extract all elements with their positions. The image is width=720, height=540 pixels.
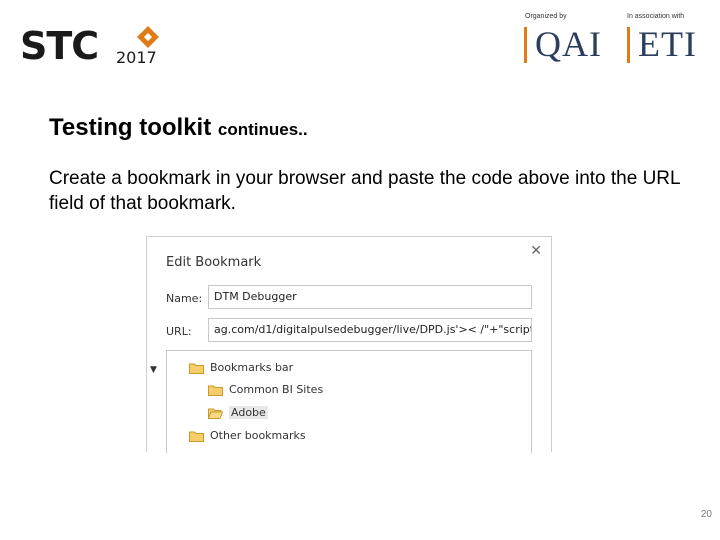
folder-icon bbox=[208, 384, 223, 396]
tree-item-label: Other bookmarks bbox=[210, 428, 306, 442]
url-label: URL: bbox=[166, 325, 192, 338]
folder-icon bbox=[189, 362, 204, 374]
expand-arrow-icon[interactable]: ▼ bbox=[150, 365, 157, 375]
dialog-title: Edit Bookmark bbox=[166, 255, 262, 270]
stc-logo-year: 2017 bbox=[116, 48, 157, 67]
folder-icon bbox=[189, 430, 204, 442]
page-number: 20 bbox=[700, 509, 712, 520]
tree-item-label: Adobe bbox=[229, 405, 268, 419]
tree-item-label: Common BI Sites bbox=[229, 382, 324, 396]
tree-item-other-bookmarks[interactable]: Other bookmarks bbox=[189, 426, 306, 444]
in-association-label: In association with bbox=[627, 13, 685, 20]
open-folder-icon bbox=[207, 407, 224, 419]
slide-title: Testing toolkit continues.. bbox=[49, 114, 308, 142]
tree-item-adobe[interactable]: Adobe bbox=[207, 403, 268, 421]
stc-logo-text: STC bbox=[20, 24, 99, 68]
slide-body-text: Create a bookmark in your browser and pa… bbox=[49, 168, 680, 214]
tree-item-bookmarks-bar[interactable]: Bookmarks bar bbox=[189, 358, 293, 376]
organized-by-label: Organized by bbox=[525, 13, 567, 20]
tree-item-common-bi-sites[interactable]: Common BI Sites bbox=[208, 380, 323, 398]
url-field[interactable]: ag.com/d1/digitalpulsedebugger/live/DPD.… bbox=[208, 318, 532, 342]
stc-2017-logo: STC 2017 bbox=[20, 22, 180, 68]
qai-logo: QAI bbox=[535, 24, 602, 64]
name-label: Name: bbox=[166, 292, 203, 305]
eti-logo: ETI bbox=[638, 24, 697, 64]
qai-logo-bar bbox=[524, 27, 527, 63]
close-icon[interactable]: ✕ bbox=[530, 243, 542, 259]
edit-bookmark-dialog: Edit Bookmark ✕ Name: DTM Debugger URL: … bbox=[146, 236, 552, 453]
folder-tree: Bookmarks bar Common BI Sites Adobe Othe… bbox=[166, 350, 532, 453]
slide-title-sub: continues.. bbox=[217, 120, 308, 139]
slide-title-main: Testing toolkit bbox=[49, 114, 212, 141]
eti-logo-bar bbox=[627, 27, 630, 63]
tree-item-label: Bookmarks bar bbox=[210, 360, 294, 374]
name-field[interactable]: DTM Debugger bbox=[208, 285, 532, 309]
